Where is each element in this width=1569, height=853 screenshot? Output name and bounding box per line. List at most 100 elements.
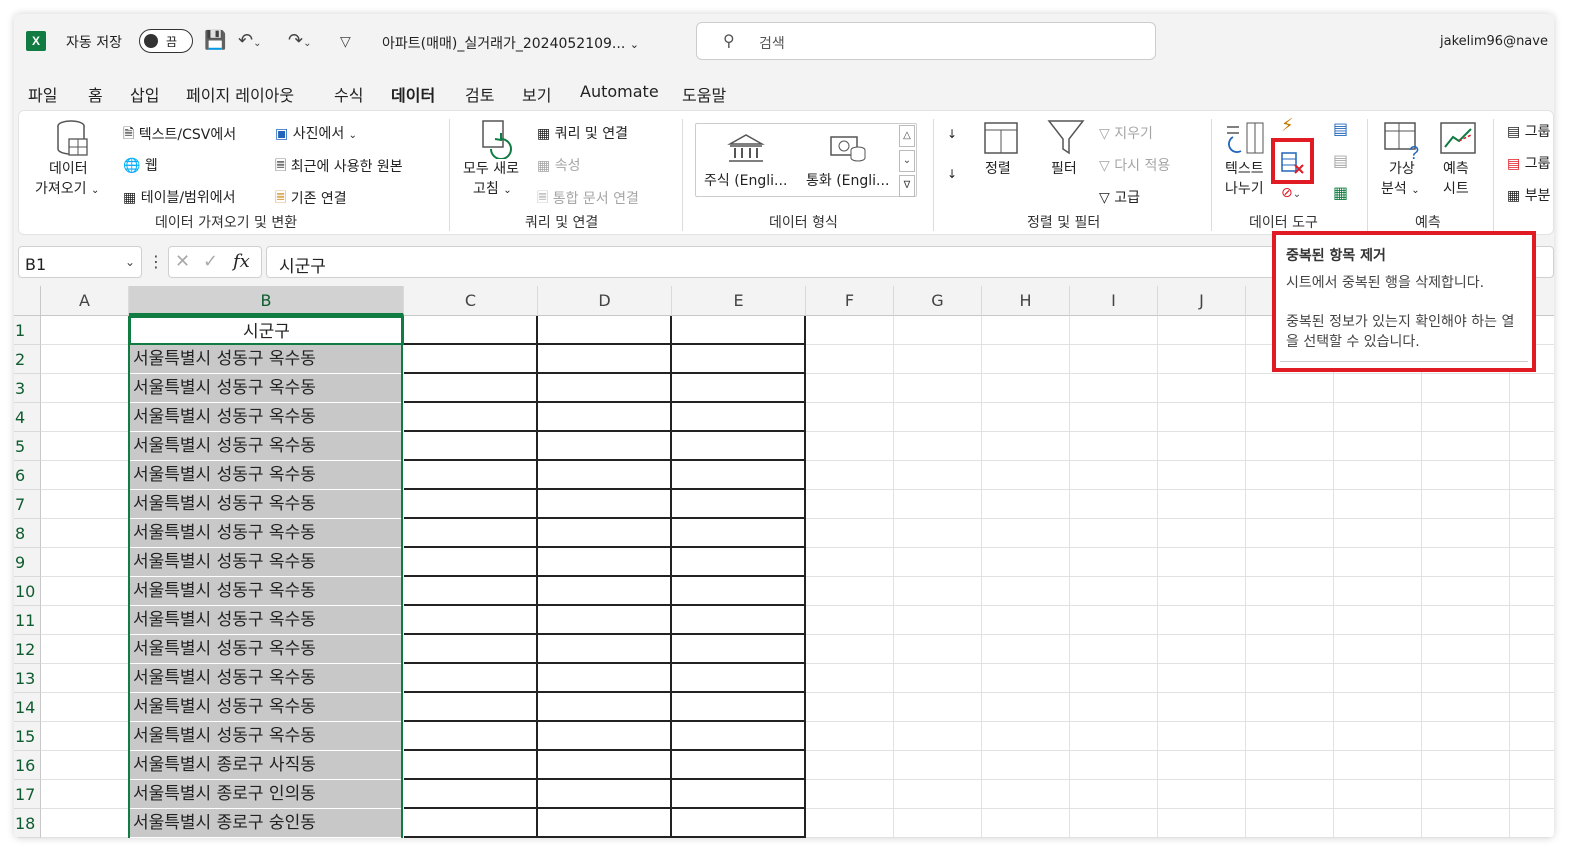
grid-cell[interactable] — [1510, 548, 1554, 577]
grid-cell[interactable] — [1246, 606, 1334, 635]
grid-cell[interactable] — [672, 664, 806, 693]
grid-cell[interactable] — [982, 606, 1070, 635]
grid-cell[interactable] — [806, 780, 894, 809]
table-cell[interactable]: 서울특별시 종로구 숭인동 — [129, 809, 404, 838]
customize-toolbar-icon[interactable]: ▽ — [340, 34, 351, 50]
grid-cell[interactable] — [404, 751, 538, 780]
grid-cell[interactable] — [1334, 780, 1422, 809]
grid-cell[interactable] — [1158, 519, 1246, 548]
grid-cell[interactable] — [1158, 751, 1246, 780]
grid-cell[interactable] — [1334, 577, 1422, 606]
grid-cell[interactable] — [982, 316, 1070, 345]
grid-cell[interactable] — [1510, 722, 1554, 751]
grid-cell[interactable] — [1334, 809, 1422, 838]
from-web-button[interactable]: 🌐 웹 — [123, 155, 158, 175]
row-header[interactable]: 4 — [14, 403, 41, 432]
grid-cell[interactable] — [538, 606, 672, 635]
grid-cell[interactable] — [1334, 693, 1422, 722]
grid-cell[interactable] — [538, 432, 672, 461]
grid-cell[interactable] — [672, 548, 806, 577]
ungroup-button[interactable]: ▤ 그룹 — [1507, 153, 1550, 173]
grid-cell[interactable] — [1246, 374, 1334, 403]
grid-cell[interactable] — [1246, 693, 1334, 722]
consolidate-icon[interactable]: ▤ — [1333, 119, 1348, 138]
grid-cell[interactable] — [41, 490, 129, 519]
column-header-h[interactable]: H — [982, 286, 1070, 316]
grid-cell[interactable] — [1334, 490, 1422, 519]
grid-cell[interactable] — [1422, 461, 1510, 490]
autosave-toggle[interactable]: 끔 — [139, 29, 193, 53]
grid-cell[interactable] — [404, 374, 538, 403]
grid-cell[interactable] — [1422, 693, 1510, 722]
edit-links-button[interactable]: 🗏 통합 문서 연결 — [537, 187, 639, 211]
grid-cell[interactable] — [1422, 490, 1510, 519]
grid-cell[interactable] — [1158, 432, 1246, 461]
row-header[interactable]: 14 — [14, 693, 41, 722]
grid-cell[interactable] — [1158, 403, 1246, 432]
grid-cell[interactable] — [538, 461, 672, 490]
grid-cell[interactable] — [1510, 432, 1554, 461]
grid-cell[interactable] — [41, 606, 129, 635]
grid-cell[interactable] — [672, 403, 806, 432]
grid-cell[interactable] — [41, 461, 129, 490]
column-header-f[interactable]: F — [806, 286, 894, 316]
grid-cell[interactable] — [1422, 519, 1510, 548]
grid-cell[interactable] — [404, 461, 538, 490]
row-header[interactable]: 18 — [14, 809, 41, 838]
grid-cell[interactable] — [1510, 519, 1554, 548]
table-cell[interactable]: 서울특별시 종로구 인의동 — [129, 780, 404, 809]
grid-cell[interactable] — [1158, 577, 1246, 606]
grid-cell[interactable] — [894, 751, 982, 780]
table-cell[interactable]: 서울특별시 성동구 옥수동 — [129, 693, 404, 722]
grid-cell[interactable] — [1070, 693, 1158, 722]
table-cell[interactable]: 서울특별시 종로구 사직동 — [129, 751, 404, 780]
grid-cell[interactable] — [1334, 519, 1422, 548]
grid-cell[interactable] — [538, 664, 672, 693]
table-cell[interactable]: 서울특별시 성동구 옥수동 — [129, 490, 404, 519]
grid-cell[interactable] — [404, 345, 538, 374]
grid-cell[interactable] — [1158, 664, 1246, 693]
grid-cell[interactable] — [806, 548, 894, 577]
grid-cell[interactable] — [806, 606, 894, 635]
grid-cell[interactable] — [1246, 548, 1334, 577]
grid-cell[interactable] — [982, 345, 1070, 374]
grid-cell[interactable] — [1510, 577, 1554, 606]
tab-formulas[interactable]: 수식 — [334, 82, 363, 106]
row-header[interactable]: 16 — [14, 751, 41, 780]
grid-cell[interactable] — [404, 606, 538, 635]
grid-cell[interactable] — [41, 809, 129, 838]
grid-cell[interactable] — [1246, 722, 1334, 751]
grid-cell[interactable] — [1158, 548, 1246, 577]
grid-cell[interactable] — [1334, 606, 1422, 635]
grid-cell[interactable] — [806, 461, 894, 490]
from-picture-button[interactable]: ▣ 사진에서 ⌄ — [275, 123, 357, 143]
tab-view[interactable]: 보기 — [522, 82, 551, 106]
column-header-b[interactable]: B — [129, 286, 404, 316]
grid-cell[interactable] — [41, 403, 129, 432]
grid-cell[interactable] — [538, 751, 672, 780]
row-header[interactable]: 2 — [14, 345, 41, 374]
grid-cell[interactable] — [894, 780, 982, 809]
grid-cell[interactable] — [1510, 751, 1554, 780]
file-name[interactable]: 아파트(매매)_실거래가_2024052109... ⌄ — [382, 33, 639, 53]
grid-cell[interactable] — [1510, 374, 1554, 403]
grid-cell[interactable] — [1510, 635, 1554, 664]
column-header-d[interactable]: D — [538, 286, 672, 316]
advanced-filter-button[interactable]: ▽ 고급 — [1099, 187, 1140, 207]
grid-cell[interactable] — [1070, 316, 1158, 345]
grid-cell[interactable] — [982, 490, 1070, 519]
grid-cell[interactable] — [894, 461, 982, 490]
grid-cell[interactable] — [672, 606, 806, 635]
row-header[interactable]: 3 — [14, 374, 41, 403]
grid-cell[interactable] — [894, 403, 982, 432]
grid-cell[interactable] — [404, 664, 538, 693]
table-cell[interactable]: 서울특별시 성동구 옥수동 — [129, 577, 404, 606]
grid-cell[interactable] — [41, 432, 129, 461]
grid-cell[interactable] — [1158, 490, 1246, 519]
grid-cell[interactable] — [1070, 432, 1158, 461]
grid-cell[interactable] — [41, 664, 129, 693]
grid-cell[interactable] — [894, 519, 982, 548]
grid-cell[interactable] — [806, 809, 894, 838]
grid-cell[interactable] — [982, 751, 1070, 780]
grid-cell[interactable] — [1070, 403, 1158, 432]
